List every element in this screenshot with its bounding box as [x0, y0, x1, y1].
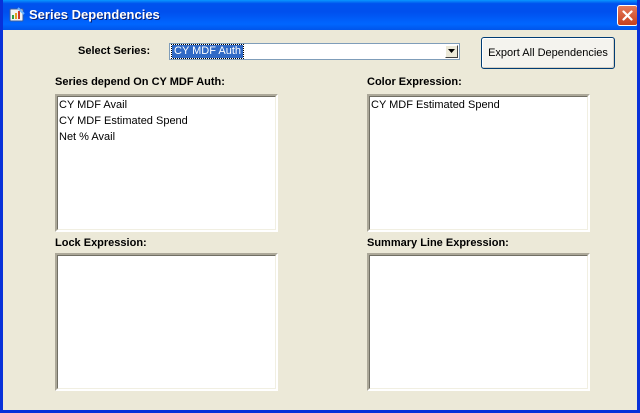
summary-panel-label: Summary Line Expression: [367, 237, 509, 249]
select-series-label: Select Series: [78, 45, 151, 57]
close-icon [622, 10, 633, 21]
series-select[interactable]: CY MDF Auth [169, 43, 460, 60]
lock-expression-list[interactable] [55, 253, 278, 391]
chevron-down-icon [448, 49, 455, 53]
list-item[interactable]: CY MDF Estimated Spend [370, 97, 500, 113]
depends-list[interactable]: CY MDF Avail CY MDF Estimated Spend Net … [55, 94, 278, 232]
dialog-window: Series Dependencies Select Series: CY MD… [0, 0, 640, 413]
series-select-dropdown-button[interactable] [445, 45, 458, 58]
export-all-dependencies-button[interactable]: Export All Dependencies [481, 37, 615, 69]
lock-panel-label: Lock Expression: [55, 237, 147, 249]
title-bar[interactable]: Series Dependencies [3, 0, 637, 30]
dialog-body: Select Series: CY MDF Auth Export All De… [3, 30, 637, 410]
list-item[interactable]: CY MDF Avail [58, 97, 188, 113]
list-item[interactable]: Net % Avail [58, 129, 188, 145]
color-expression-items: CY MDF Estimated Spend [370, 97, 500, 113]
color-expression-list[interactable]: CY MDF Estimated Spend [367, 94, 590, 232]
series-select-value: CY MDF Auth [170, 44, 245, 59]
depends-list-items: CY MDF Avail CY MDF Estimated Spend Net … [58, 97, 188, 145]
close-button[interactable] [617, 5, 637, 26]
list-item[interactable]: CY MDF Estimated Spend [58, 113, 188, 129]
color-panel-label: Color Expression: [367, 76, 462, 88]
window-title: Series Dependencies [29, 7, 160, 22]
summary-line-expression-list[interactable] [367, 253, 590, 391]
depends-panel-label: Series depend On CY MDF Auth: [55, 76, 225, 88]
app-icon [9, 7, 25, 23]
